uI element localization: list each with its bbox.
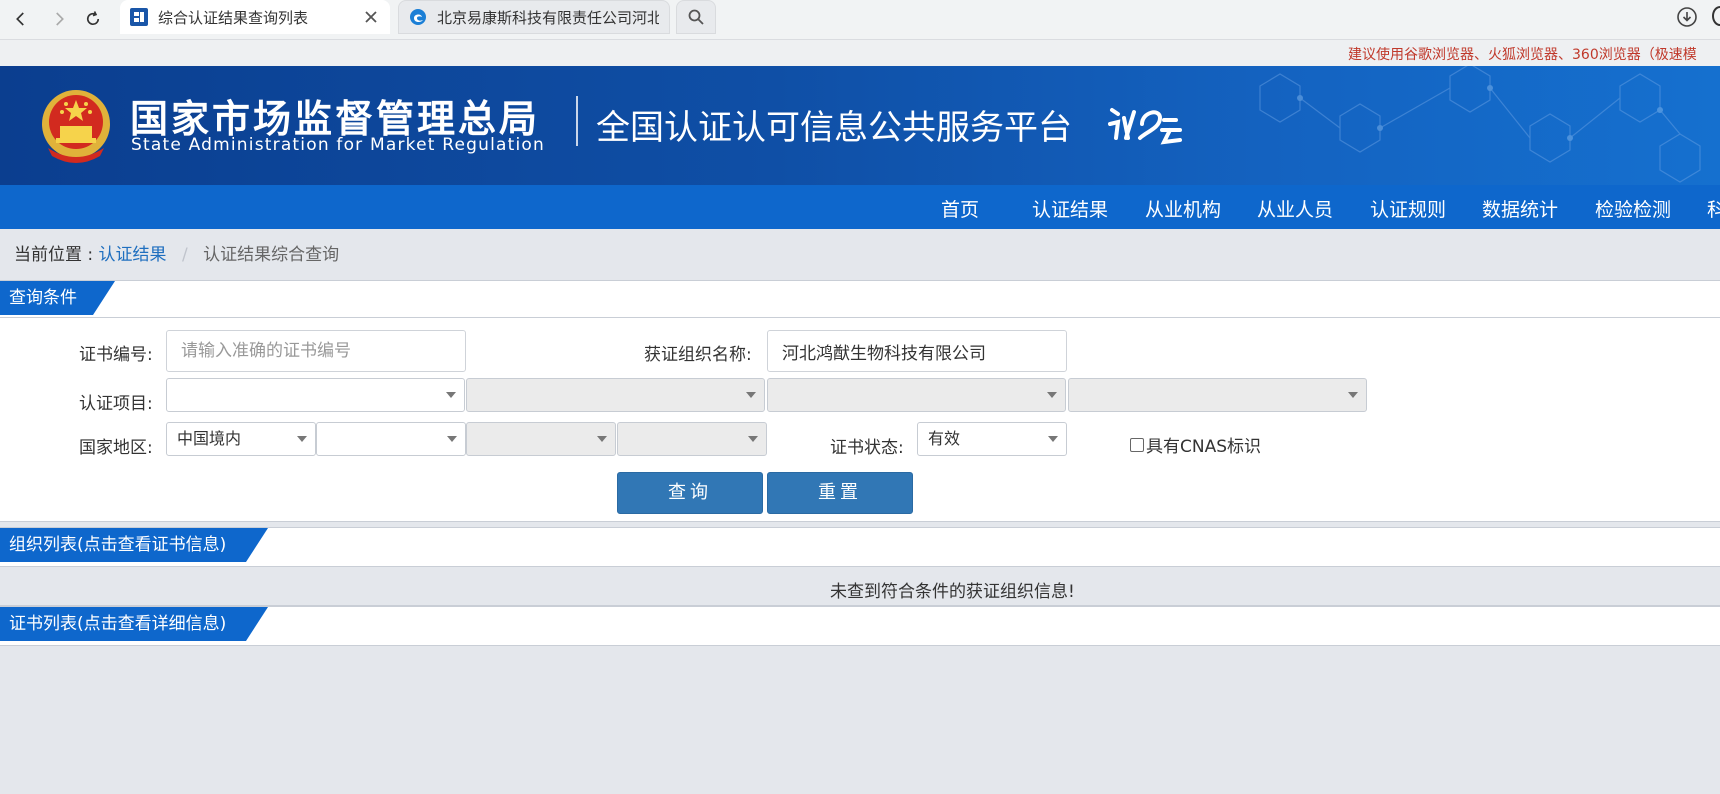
- region-select-value: 中国境内: [177, 429, 242, 448]
- chevron-down-icon: [297, 436, 307, 442]
- region-select-province[interactable]: [316, 422, 466, 456]
- cert-no-input[interactable]: [166, 330, 466, 372]
- project-label: 认证项目:: [79, 394, 153, 414]
- chevron-down-icon: [748, 436, 758, 442]
- nav-item-statistics[interactable]: 数据统计: [1482, 195, 1558, 222]
- tab-title: 北京易康斯科技有限责任公司河北: [437, 8, 659, 27]
- nav-item-more[interactable]: 科: [1707, 195, 1720, 222]
- checkbox-box[interactable]: [1130, 437, 1144, 452]
- browser-notice: 建议使用谷歌浏览器、火狐浏览器、360浏览器（极速模: [0, 40, 1720, 66]
- platform-title: 全国认证认可信息公共服务平台: [596, 108, 1072, 148]
- cnas-checkbox[interactable]: 具有CNAS标识: [1130, 432, 1261, 457]
- tab-search-icon[interactable]: [676, 0, 716, 34]
- tab-other[interactable]: 北京易康斯科技有限责任公司河北: [398, 0, 670, 34]
- status-label: 证书状态:: [830, 438, 904, 458]
- chevron-down-icon: [1048, 436, 1058, 442]
- breadcrumb: 当前位置 : 认证结果 / 认证结果综合查询: [14, 240, 339, 265]
- nav-item-rules[interactable]: 认证规则: [1370, 195, 1446, 222]
- site-favicon-icon: [130, 8, 148, 26]
- region-select-district: [617, 422, 767, 456]
- org-list-title: 组织列表(点击查看证书信息): [0, 528, 268, 562]
- forward-icon[interactable]: [44, 4, 74, 34]
- nav-item-home[interactable]: 首页: [941, 195, 979, 222]
- org-name-label: 获证组织名称:: [644, 345, 752, 365]
- national-emblem-icon: [42, 90, 110, 163]
- chevron-down-icon: [746, 392, 756, 398]
- back-icon[interactable]: [6, 4, 36, 34]
- tab-current[interactable]: 综合认证结果查询列表: [120, 0, 390, 34]
- browser-toolbar: 综合认证结果查询列表 北京易康斯科技有限责任公司河北: [0, 0, 1720, 40]
- region-select-city: [466, 422, 616, 456]
- chevron-down-icon: [1348, 392, 1358, 398]
- nav-item-cert-results[interactable]: 认证结果: [1032, 195, 1108, 222]
- nav-item-personnel[interactable]: 从业人员: [1257, 195, 1333, 222]
- chevron-down-icon: [447, 436, 457, 442]
- renyun-logo-icon: [1108, 108, 1182, 145]
- project-select-2: [466, 378, 765, 412]
- reload-icon[interactable]: [78, 4, 108, 34]
- chevron-down-icon: [597, 436, 607, 442]
- query-panel-title: 查询条件: [0, 281, 115, 315]
- site-header: 国家市场监督管理总局 State Administration for Mark…: [0, 66, 1720, 185]
- org-list-empty-row: 未查到符合条件的获证组织信息!: [0, 570, 1720, 606]
- cert-no-label: 证书编号:: [79, 345, 153, 365]
- tab-title: 综合认证结果查询列表: [158, 8, 309, 27]
- download-icon[interactable]: [1672, 2, 1702, 32]
- edge-favicon-icon: [410, 9, 426, 25]
- project-select-3: [767, 378, 1066, 412]
- org-list-empty-message: 未查到符合条件的获证组织信息!: [830, 582, 1075, 602]
- agency-name-en: State Administration for Market Regulati…: [131, 135, 545, 155]
- breadcrumb-current: 认证结果综合查询: [203, 245, 340, 265]
- chevron-down-icon: [1047, 392, 1057, 398]
- search-button[interactable]: 查询: [617, 472, 763, 514]
- breadcrumb-prefix: 当前位置 :: [14, 245, 94, 265]
- main-nav: 首页 认证结果 从业机构 从业人员 认证规则 数据统计 检验检测 科: [0, 185, 1720, 229]
- project-select-1[interactable]: [166, 378, 465, 412]
- breadcrumb-link[interactable]: 认证结果: [99, 245, 167, 265]
- nav-item-testing[interactable]: 检验检测: [1595, 195, 1671, 222]
- org-name-input[interactable]: [767, 330, 1067, 372]
- cnas-checkbox-label: 具有CNAS标识: [1146, 437, 1262, 457]
- project-select-4: [1068, 378, 1367, 412]
- status-select-value: 有效: [928, 429, 961, 448]
- close-tab-icon[interactable]: [362, 8, 380, 26]
- org-list-panel: 组织列表(点击查看证书信息): [0, 527, 1720, 567]
- header-divider: [576, 96, 578, 146]
- cert-list-title: 证书列表(点击查看详细信息): [0, 607, 268, 641]
- breadcrumb-separator: /: [181, 245, 188, 265]
- cert-list-panel: 证书列表(点击查看详细信息): [0, 606, 1720, 646]
- panel-divider: [0, 317, 1720, 318]
- reset-button[interactable]: 重置: [767, 472, 913, 514]
- chevron-down-icon: [446, 392, 456, 398]
- status-select[interactable]: 有效: [917, 422, 1067, 456]
- profile-icon[interactable]: [1712, 6, 1720, 26]
- region-select-country[interactable]: 中国境内: [166, 422, 316, 456]
- region-label: 国家地区:: [79, 438, 153, 458]
- hexagon-pattern-icon: [1259, 66, 1701, 183]
- nav-item-agencies[interactable]: 从业机构: [1145, 195, 1221, 222]
- browser-notice-text: 建议使用谷歌浏览器、火狐浏览器、360浏览器（极速模: [1348, 47, 1697, 63]
